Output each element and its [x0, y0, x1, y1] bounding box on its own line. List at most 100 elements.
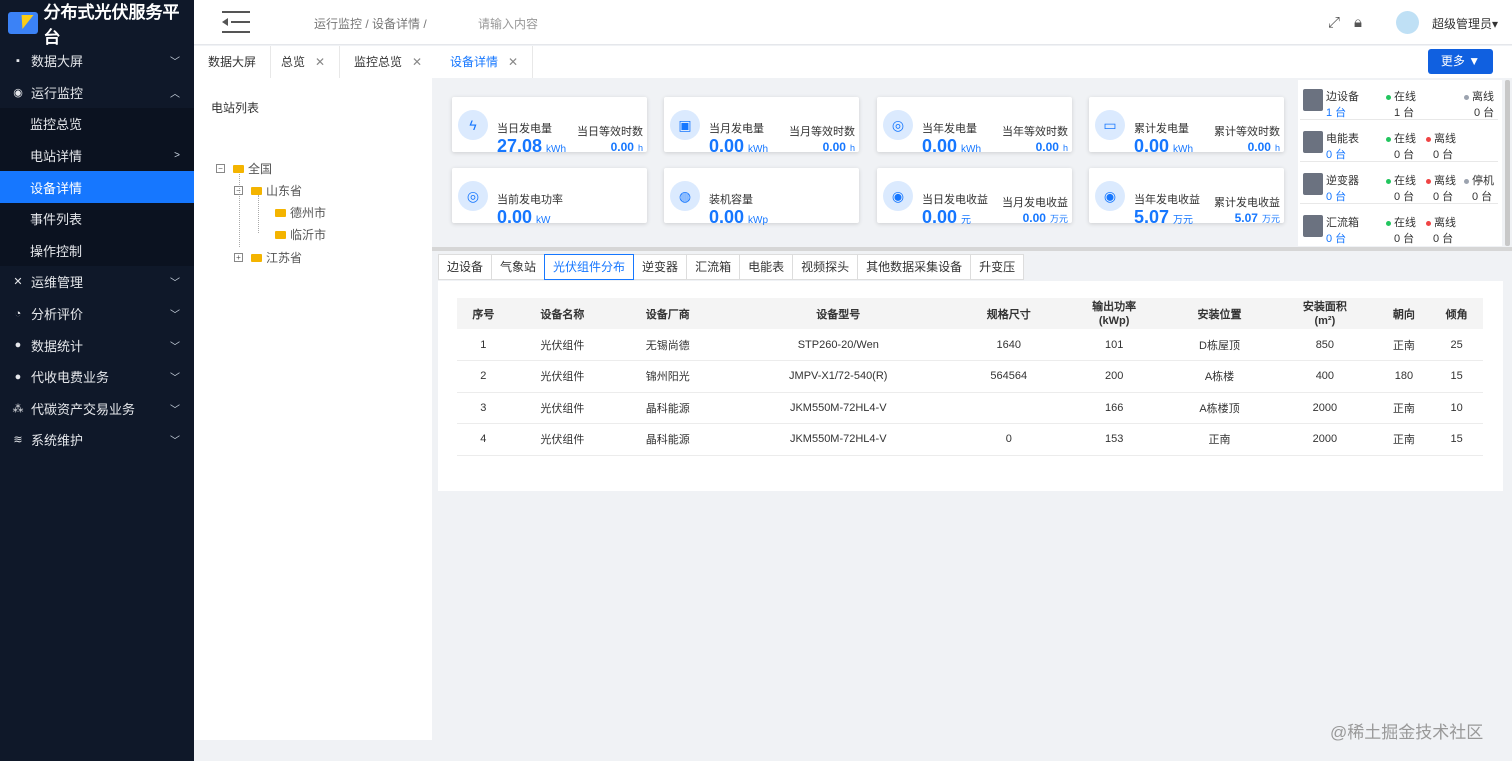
table-cell: 正南: [1377, 329, 1431, 361]
monitor-icon: ▭: [1095, 110, 1125, 140]
dtab-meter[interactable]: 电能表: [739, 254, 794, 280]
dtab-pv-layout[interactable]: 光伏组件分布: [544, 254, 635, 280]
tree-node-linyi[interactable]: 临沂市: [275, 226, 326, 243]
close-icon[interactable]: ✕: [412, 55, 422, 69]
chevron-down-icon: ﹀: [170, 57, 180, 69]
device-inverter: 逆变器 0 台 在线 0 台 离线 0 台 停机 0 台: [1300, 166, 1498, 204]
user-menu[interactable]: 超级管理员▾: [1432, 15, 1498, 32]
sidebar-item-overview[interactable]: 监控总览: [0, 108, 194, 140]
bag-icon: ●: [14, 339, 22, 352]
chevron-up-icon: ︿: [170, 88, 180, 100]
collapse-icon[interactable]: −: [234, 186, 243, 195]
divider: [432, 247, 1512, 251]
dtab-inverter[interactable]: 逆变器: [633, 254, 688, 280]
folder-icon: [251, 253, 262, 262]
tree-node-root[interactable]: − 全国: [216, 160, 272, 177]
sidebar-item-analysis[interactable]: ◔ 分析评价 ﹀: [0, 298, 194, 330]
table-cell: 0: [956, 423, 1062, 456]
tab-dashboard[interactable]: 数据大屏: [194, 46, 272, 78]
scrollbar[interactable]: [1505, 80, 1510, 246]
sidebar-item-events[interactable]: 事件列表: [0, 202, 194, 235]
gauge-icon: ◎: [458, 181, 488, 211]
grid-icon: ▪: [16, 54, 20, 67]
folder-icon: [275, 230, 286, 239]
table-row[interactable]: 3 光伏组件 晶科能源 JKM550M-72HL4-V 166 A栋楼顶 2000 正南 10: [457, 392, 1483, 424]
table-cell: A栋楼顶: [1166, 392, 1273, 424]
chevron-down-icon: ﹀: [170, 341, 180, 353]
card-yearly-revenue: ◉ 当年发电收益 5.07 万元 累计发电收益 5.07 万元: [1089, 168, 1284, 227]
tree-title: 电站列表: [211, 101, 260, 115]
layers-icon: ≋: [13, 434, 23, 447]
sidebar-item-monitor[interactable]: ◉ 运行监控 ︿: [0, 77, 194, 109]
tab-device-detail[interactable]: 设备详情 ✕: [436, 46, 534, 78]
col-header: 规格尺寸: [956, 298, 1062, 329]
table-cell: 564564: [956, 360, 1062, 393]
card-capacity: ◍ 装机容量 0.00 kWp: [664, 168, 859, 227]
card-yearly-energy: ◎ 当年发电量 0.00 kWh 当年等效时数 0.00 h: [877, 97, 1072, 156]
sidebar-item-ops[interactable]: ✕ 运维管理 ﹀: [0, 266, 194, 298]
table-row[interactable]: 2 光伏组件 锦州阳光 JMPV-X1/72-540(R) 564564 200 A栋楼 40…: [457, 360, 1483, 393]
chevron-right-icon: >: [174, 150, 180, 162]
table-row[interactable]: 4 光伏组件 晶科能源 JKM550M-72HL4-V 0 153 正南 2000 正南 15: [457, 423, 1483, 456]
expand-icon[interactable]: +: [234, 253, 243, 262]
table-row[interactable]: 1 光伏组件 无锡尚德 STP260-20/Wen 1640 101 D栋屋顶 850 正南 25: [457, 329, 1483, 361]
card-daily-revenue: ◉ 当日发电收益 0.00 元 当月发电收益 0.00 万元: [877, 168, 1072, 227]
col-header: 安装面积 (m²): [1272, 298, 1378, 329]
more-button[interactable]: 更多 ▼: [1428, 49, 1493, 74]
table-cell: D栋屋顶: [1166, 329, 1273, 361]
table-cell: 光伏组件: [509, 392, 616, 424]
sidebar-item-system[interactable]: ≋ 系统维护 ﹀: [0, 424, 194, 456]
lock-icon[interactable]: 🔒︎: [1354, 14, 1362, 31]
table-cell: 2000: [1272, 423, 1378, 456]
meter-icon: ◎: [883, 110, 913, 140]
sidebar-item-carbon[interactable]: ⁂ 代碳资产交易业务 ﹀: [0, 393, 194, 425]
tree-node-dezhou[interactable]: 德州市: [275, 204, 326, 221]
table-cell: 光伏组件: [509, 423, 616, 456]
close-icon[interactable]: ✕: [315, 55, 325, 69]
card-total-energy: ▭ 累计发电量 0.00 kWh 累计等效时数 0.00 h: [1089, 97, 1284, 156]
col-header: 序号: [457, 298, 510, 329]
table-cell: 10: [1430, 392, 1483, 424]
chevron-down-icon: ﹀: [170, 373, 180, 385]
avatar[interactable]: [1396, 11, 1419, 34]
dtab-camera[interactable]: 视频探头: [792, 254, 859, 280]
logo-icon: [8, 11, 38, 34]
table-cell: 400: [1272, 360, 1378, 393]
tab-overview[interactable]: 总览 ✕: [267, 46, 341, 78]
table-cell: 光伏组件: [509, 329, 616, 361]
dtab-combiner[interactable]: 汇流箱: [686, 254, 741, 280]
tree-node-shandong[interactable]: − 山东省: [234, 182, 302, 199]
sidebar-item-station[interactable]: 电站详情 >: [0, 139, 194, 172]
table-cell: 180: [1377, 360, 1431, 393]
table-cell: 2000: [1272, 392, 1378, 424]
table-cell: 15: [1430, 360, 1483, 393]
sidebar-item-billing[interactable]: ● 代收电费业务 ﹀: [0, 361, 194, 393]
fullscreen-icon[interactable]: ⤢: [1328, 14, 1340, 31]
dtab-weather[interactable]: 气象站: [491, 254, 546, 280]
table-cell: 正南: [1166, 423, 1273, 456]
dtab-other[interactable]: 其他数据采集设备: [857, 254, 972, 280]
sidebar-item-stats[interactable]: ● 数据统计 ﹀: [0, 329, 194, 361]
dtab-edge[interactable]: 边设备: [438, 254, 493, 280]
close-icon[interactable]: ✕: [508, 55, 518, 69]
sidebar-item-control[interactable]: 操作控制: [0, 234, 194, 267]
menu-toggle-icon[interactable]: [222, 11, 250, 33]
sidebar-item-device[interactable]: 设备详情: [0, 171, 194, 203]
combiner-device-icon: [1303, 215, 1323, 237]
tree-node-jiangsu[interactable]: + 江苏省: [234, 249, 302, 266]
search-input[interactable]: 请输入内容: [478, 15, 538, 32]
pie-icon: ◔: [14, 307, 22, 320]
device-meter: 电能表 0 台 在线 0 台 离线 0 台: [1300, 124, 1498, 162]
table-cell: 15: [1430, 423, 1483, 456]
folder-icon: [251, 186, 262, 195]
table-cell: 1: [457, 329, 510, 361]
col-header: 设备名称: [509, 298, 616, 329]
dtab-transformer[interactable]: 升变压: [970, 254, 1025, 280]
table-cell: 200: [1061, 360, 1167, 393]
table-cell: 166: [1061, 392, 1167, 424]
money-icon: ◉: [1095, 181, 1125, 211]
tab-monitor-overview[interactable]: 监控总览 ✕: [340, 46, 438, 78]
sidebar-item-dashboard[interactable]: ▪ 数据大屏 ﹀: [0, 45, 194, 77]
folder-icon: [233, 164, 244, 173]
collapse-icon[interactable]: −: [216, 164, 225, 173]
